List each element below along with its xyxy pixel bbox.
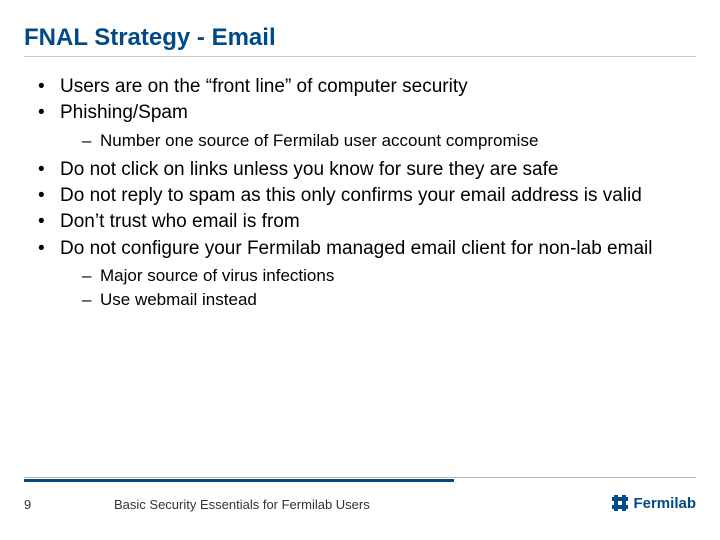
footer-divider: [24, 477, 696, 483]
footer-title: Basic Security Essentials for Fermilab U…: [114, 497, 370, 512]
slide-footer: 9 Basic Security Essentials for Fermilab…: [24, 477, 696, 512]
bullet-item: Phishing/Spam Number one source of Fermi…: [38, 101, 696, 151]
bullet-list: Users are on the “front line” of compute…: [24, 75, 696, 311]
sub-bullet-item: Use webmail instead: [82, 289, 696, 311]
bullet-item: Don’t trust who email is from: [38, 210, 696, 234]
fermilab-logo-icon: [611, 494, 629, 512]
page-number: 9: [24, 497, 114, 512]
slide-title: FNAL Strategy - Email: [24, 24, 696, 52]
title-divider: [24, 56, 696, 57]
sub-bullet-list: Major source of virus infections Use web…: [60, 265, 696, 311]
sub-bullet-item: Major source of virus infections: [82, 265, 696, 287]
sub-bullet-list: Number one source of Fermilab user accou…: [60, 130, 696, 152]
bullet-item: Users are on the “front line” of compute…: [38, 75, 696, 99]
bullet-item: Do not configure your Fermilab managed e…: [38, 237, 696, 312]
bullet-text: Phishing/Spam: [60, 102, 188, 123]
bullet-text: Do not configure your Fermilab managed e…: [60, 238, 652, 259]
fermilab-logo: Fermilab: [611, 494, 696, 512]
fermilab-logo-text: Fermilab: [633, 495, 696, 512]
sub-bullet-item: Number one source of Fermilab user accou…: [82, 130, 696, 152]
bullet-item: Do not click on links unless you know fo…: [38, 158, 696, 182]
bullet-item: Do not reply to spam as this only confir…: [38, 184, 696, 208]
